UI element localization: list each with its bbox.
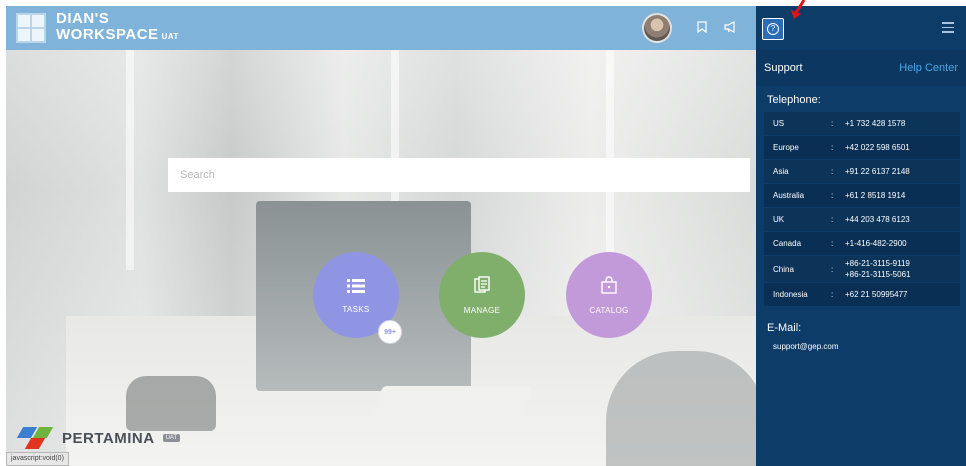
- brand-line2: WORKSPACE: [56, 26, 159, 43]
- phone-country: US: [773, 119, 785, 128]
- background-phone: [126, 376, 216, 431]
- phone-number[interactable]: +91 22 6137 2148: [845, 166, 960, 177]
- list-icon: [347, 277, 365, 297]
- support-header: Support Help Center: [756, 50, 966, 86]
- browser-status-bar: javascript:void(0): [6, 452, 69, 466]
- phone-number[interactable]: +61 2 8518 1914: [845, 190, 960, 201]
- support-email[interactable]: support@gep.com: [773, 342, 839, 351]
- background-window-frame: [126, 50, 134, 270]
- phone-country: Canada: [773, 239, 802, 248]
- phone-numbers: +44 203 478 6123: [845, 212, 960, 227]
- phone-number[interactable]: +1-416-482-2900: [845, 238, 960, 249]
- phone-numbers: +86-21-3115-9119 +86-21-3115-5061: [845, 256, 960, 282]
- telephone-title: Telephone:: [767, 94, 821, 106]
- app-logo-icon[interactable]: [16, 13, 46, 43]
- phone-separator: :: [831, 215, 834, 224]
- phone-row: UK: +44 203 478 6123: [764, 207, 960, 231]
- hamburger-menu-icon[interactable]: [942, 22, 954, 33]
- workspace-main: DIAN'S WORKSPACE UAT: [6, 6, 756, 466]
- phone-row: Europe: +42 022 598 6501: [764, 135, 960, 159]
- phone-separator: :: [831, 264, 834, 274]
- brand-line1: DIAN'S: [56, 10, 110, 27]
- megaphone-icon[interactable]: [724, 21, 738, 35]
- phone-row: US: +1 732 428 1578: [764, 111, 960, 135]
- company-name: PERTAMINA: [62, 429, 155, 447]
- phone-country: Indonesia: [773, 290, 808, 299]
- question-icon: ?: [767, 23, 779, 35]
- phone-numbers: +42 022 598 6501: [845, 140, 960, 155]
- phone-numbers: +61 2 8518 1914: [845, 188, 960, 203]
- phone-country: Asia: [773, 167, 789, 176]
- phone-separator: :: [831, 290, 834, 299]
- help-button[interactable]: ?: [762, 18, 784, 40]
- phone-number[interactable]: +86-21-3115-5061: [845, 269, 960, 280]
- phone-separator: :: [831, 119, 834, 128]
- phone-number[interactable]: +86-21-3115-9119: [845, 258, 960, 269]
- phone-separator: :: [831, 167, 834, 176]
- manage-label: MANAGE: [463, 305, 501, 315]
- tasks-count-badge: 99+: [378, 320, 402, 344]
- tasks-label: TASKS: [342, 304, 370, 314]
- background-chair: [606, 351, 756, 466]
- catalog-tile[interactable]: CATALOG: [566, 252, 652, 338]
- phone-country: UK: [773, 215, 785, 224]
- panel-top-bar: ?: [756, 6, 966, 50]
- support-panel: ? Support Help Center Telephone: US: +1 7…: [756, 6, 966, 466]
- phone-numbers: +1-416-482-2900: [845, 236, 960, 251]
- company-env-badge: UAT: [162, 434, 181, 442]
- phone-numbers: +1 732 428 1578: [845, 116, 960, 131]
- help-center-link[interactable]: Help Center: [899, 62, 958, 74]
- bookmark-icon[interactable]: [695, 21, 709, 35]
- phone-row: Asia: +91 22 6137 2148: [764, 159, 960, 183]
- brand-title[interactable]: DIAN'S WORKSPACE UAT: [56, 11, 179, 45]
- background-keyboard: [369, 386, 533, 428]
- support-title: Support: [764, 62, 803, 74]
- phone-country: Europe: [773, 143, 799, 152]
- company-brand: PERTAMINA UAT: [14, 425, 181, 451]
- top-header: DIAN'S WORKSPACE UAT: [6, 6, 756, 50]
- phone-row: China: +86-21-3115-9119 +86-21-3115-5061: [764, 255, 960, 282]
- telephone-table: US: +1 732 428 1578 Europe: +42 022 598 650…: [764, 111, 960, 306]
- documents-icon: [474, 275, 490, 298]
- phone-separator: :: [831, 239, 834, 248]
- pertamina-logo-icon: [14, 425, 56, 451]
- phone-numbers: +62 21 50995477: [845, 287, 960, 302]
- manage-tile[interactable]: MANAGE: [439, 252, 525, 338]
- user-avatar[interactable]: [642, 13, 672, 43]
- catalog-label: CATALOG: [589, 305, 629, 315]
- search-input[interactable]: [168, 158, 750, 192]
- phone-row: Canada: +1-416-482-2900: [764, 231, 960, 255]
- email-title: E-Mail:: [767, 322, 802, 334]
- phone-number[interactable]: +1 732 428 1578: [845, 118, 960, 129]
- phone-number[interactable]: +62 21 50995477: [845, 289, 960, 300]
- env-label: UAT: [161, 32, 179, 41]
- annotation-arrow-icon: [791, 0, 806, 19]
- phone-country: Australia: [773, 191, 805, 200]
- phone-number[interactable]: +42 022 598 6501: [845, 142, 960, 153]
- phone-row: Indonesia: +62 21 50995477: [764, 282, 960, 306]
- phone-numbers: +91 22 6137 2148: [845, 164, 960, 179]
- phone-separator: :: [831, 143, 834, 152]
- phone-separator: :: [831, 191, 834, 200]
- phone-row: Australia: +61 2 8518 1914: [764, 183, 960, 207]
- phone-country: China: [773, 264, 794, 274]
- shopping-bag-icon: [601, 275, 617, 298]
- phone-number[interactable]: +44 203 478 6123: [845, 214, 960, 225]
